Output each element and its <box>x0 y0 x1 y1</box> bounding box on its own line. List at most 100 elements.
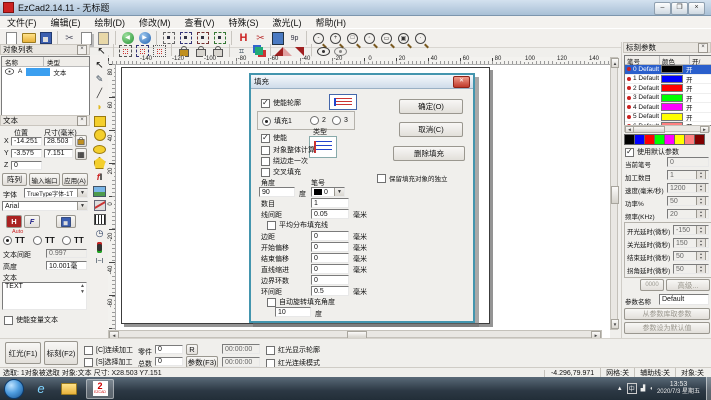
reset-part-button[interactable]: R <box>186 344 198 355</box>
width-field[interactable]: 28.503 <box>44 137 73 146</box>
rotate-angle-field[interactable]: 10 <box>275 307 311 317</box>
color-swatch[interactable] <box>685 134 695 145</box>
spinner-icon[interactable]: ▴▾ <box>696 183 706 193</box>
color-swatch[interactable] <box>695 134 705 145</box>
column-type[interactable]: 类型 <box>44 57 60 66</box>
vertical-scrollbar[interactable]: ▲ ▼ <box>610 57 618 330</box>
start-offset-field[interactable]: 0 <box>311 242 349 252</box>
scrollbar-thumb[interactable] <box>633 126 665 133</box>
font-save-button[interactable] <box>56 215 76 228</box>
frequency-field[interactable]: 20▴▾ <box>667 209 709 219</box>
pen-row[interactable]: 0 Default开 <box>625 65 711 75</box>
chevron-down-icon[interactable]: ▼ <box>334 188 344 196</box>
font-name-select[interactable]: Arial ▼ <box>2 201 88 211</box>
ring-space-field[interactable]: 0.5 <box>311 286 349 296</box>
color-swatch[interactable] <box>635 134 645 145</box>
red-light-button[interactable]: 红光(F1) <box>5 342 41 364</box>
zoom-object-icon[interactable]: ◦ <box>361 30 378 46</box>
object-row[interactable]: A 文本 <box>2 67 89 76</box>
pen-table-scrollbar[interactable]: ◄ ► <box>624 125 710 132</box>
speed-field[interactable]: 1200▴▾ <box>667 183 709 193</box>
menu-help[interactable]: 帮助(H) <box>309 16 354 29</box>
mark-params-close-icon[interactable]: × <box>698 43 708 53</box>
enable-checkbox[interactable]: 使能 <box>261 133 287 143</box>
spinner-icon[interactable]: ▴▾ <box>696 238 706 248</box>
scroll-right-icon[interactable]: ► <box>700 126 709 133</box>
close-button[interactable]: × <box>688 2 705 15</box>
param-name-field[interactable]: Default <box>659 294 709 305</box>
minimize-button[interactable]: – <box>654 2 671 15</box>
angle-field[interactable]: 90 <box>259 187 295 197</box>
auto-rotate-checkbox[interactable]: 自动旋转填充角度 <box>267 297 335 307</box>
delete-fill-button[interactable]: 删除填充 <box>393 146 465 161</box>
pen-row[interactable]: 4 Default开 <box>625 103 711 113</box>
input-port-button[interactable]: 输入端口 <box>29 173 60 186</box>
scroll-down-icon[interactable]: ▼ <box>611 319 619 329</box>
font-type-select[interactable]: TrueType字体-1T ▼ <box>24 188 88 198</box>
restore-button[interactable]: ❐ <box>671 2 688 15</box>
ezcad-task-button[interactable]: 2 EZCAD <box>86 379 114 399</box>
spinner-icon[interactable]: ▴▾ <box>696 170 706 180</box>
volume-icon[interactable]: ◖ <box>649 386 653 392</box>
pen-row[interactable]: 3 Default开 <box>625 94 711 104</box>
pen-column[interactable]: 笔号 <box>625 56 660 64</box>
text-direction-auto[interactable]: TT <box>3 236 25 245</box>
height-size-field[interactable]: 7.151 <box>44 149 73 158</box>
keep-independent-checkbox[interactable]: 保留填充对象的独立 <box>377 173 448 183</box>
array-button[interactable]: 阵列 <box>2 173 27 186</box>
enable-variable-text-checkbox[interactable]: 使能变量文本 <box>4 315 58 325</box>
output-port-tool-icon[interactable]: I~I <box>91 253 108 269</box>
corner-delay-field[interactable]: 50▴▾ <box>673 264 709 274</box>
fill2-radio[interactable]: 2 <box>310 116 326 125</box>
start-button[interactable] <box>4 379 24 399</box>
color-swatch[interactable] <box>665 134 675 145</box>
apply-button[interactable]: 应用(A) <box>62 173 88 186</box>
advanced-button[interactable]: 高级... <box>666 279 710 291</box>
mini-button[interactable]: 0000 <box>640 279 664 291</box>
cross-hatch-checkbox[interactable]: 交叉填充 <box>261 167 301 177</box>
whole-calc-checkbox[interactable]: 对象整体计算 <box>261 145 315 155</box>
pen-row[interactable]: 1 Default开 <box>625 75 711 85</box>
mark-count-field[interactable]: 1▴▾ <box>667 170 709 180</box>
total-count-field[interactable]: 0 <box>155 357 183 366</box>
text-direction-vertical[interactable]: TT <box>62 236 84 245</box>
end-delay-field[interactable]: 50▴▾ <box>673 251 709 261</box>
char-height-field[interactable]: 10.001毫 <box>46 261 87 270</box>
pen-row[interactable]: 5 Default开 <box>625 113 711 123</box>
scrollbar-thumb[interactable] <box>611 186 619 204</box>
color-swatch[interactable] <box>675 134 685 145</box>
scroll-up-icon[interactable]: ▲▼ <box>80 283 85 295</box>
laser-on-delay-field[interactable]: -150▴▾ <box>673 225 709 235</box>
char-spacing-field[interactable]: 0.997 <box>46 249 87 258</box>
use-default-params-checkbox[interactable]: 使用默认参数 <box>625 147 679 157</box>
cancel-button[interactable]: 取消(C) <box>399 122 463 137</box>
spinner-icon[interactable]: ▴▾ <box>696 251 706 261</box>
text-panel-close-icon[interactable]: × <box>77 116 87 126</box>
laser-off-delay-field[interactable]: 150▴▾ <box>673 238 709 248</box>
horizontal-scrollbar[interactable]: ◄ ► <box>108 330 602 338</box>
clock[interactable]: 13:53 2020/7/3 星期五 <box>657 380 700 397</box>
zoom-page-icon[interactable]: ▣ <box>395 30 412 46</box>
ie-icon[interactable]: e <box>30 380 52 398</box>
line-space-field[interactable]: 0.05 <box>311 209 349 219</box>
z-position-field[interactable]: 0 <box>11 161 42 170</box>
param-library-button[interactable]: 从参数库取参数 <box>624 308 710 320</box>
margin-field[interactable]: 0 <box>311 231 349 241</box>
y-position-field[interactable]: -3.575 <box>11 149 42 158</box>
continuous-mark-checkbox[interactable]: [C]连续加工 <box>84 345 133 355</box>
menu-laser[interactable]: 激光(L) <box>266 16 309 29</box>
explorer-icon[interactable] <box>58 380 80 398</box>
fill1-radio[interactable]: 填充1 <box>262 116 292 126</box>
contour-preview-button[interactable] <box>329 94 357 110</box>
color-swatch[interactable] <box>645 134 655 145</box>
language-icon[interactable]: 中 <box>627 383 637 394</box>
part-count-field[interactable]: 0 <box>155 345 183 354</box>
power-field[interactable]: 50▴▾ <box>667 196 709 206</box>
chevron-down-icon[interactable]: ▼ <box>77 202 87 210</box>
column-name[interactable]: 名称 <box>2 57 44 66</box>
edge-once-checkbox[interactable]: 绕边走一次 <box>261 156 308 166</box>
color-swatch[interactable] <box>655 134 665 145</box>
scroll-up-icon[interactable]: ▲ <box>611 58 619 68</box>
spinner-icon[interactable]: ▴▾ <box>696 225 706 235</box>
aspect-lock-button[interactable] <box>75 135 87 147</box>
